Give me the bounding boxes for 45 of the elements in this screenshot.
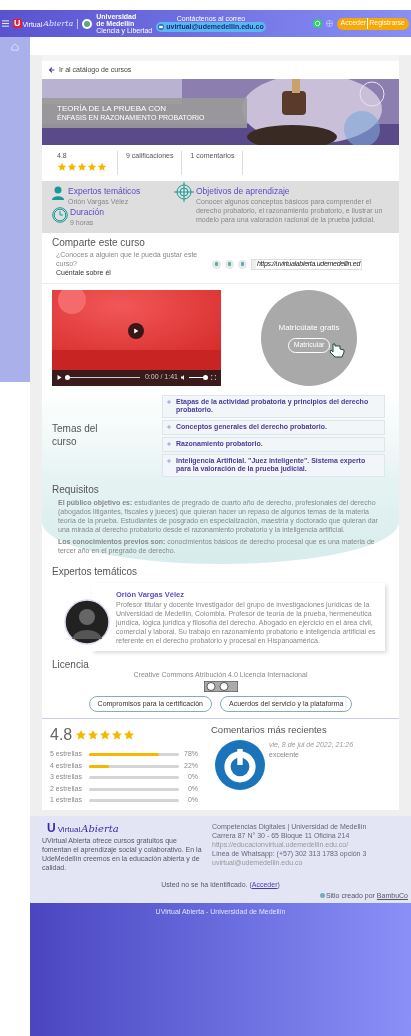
section-title: Licencia <box>52 660 90 671</box>
expert-avatar <box>64 598 110 645</box>
star-icon <box>111 729 124 742</box>
info-title: Expertos temáticos <box>68 186 141 197</box>
uvirtual-logo[interactable]: U VirtualAbierta <box>46 821 202 834</box>
star-icon <box>97 161 107 172</box>
play-icon <box>133 327 139 334</box>
globe-icon[interactable] <box>325 20 333 27</box>
star-icon <box>75 729 88 742</box>
hand-pointer-icon <box>329 341 345 358</box>
plus-icon <box>167 441 171 446</box>
target-icon <box>174 182 194 202</box>
section-title: Expertos temáticos <box>52 566 139 577</box>
section-title: Temas del curso <box>52 423 99 449</box>
section-title: Comparte este curso <box>52 238 146 249</box>
enroll-title: Matricúlate gratis <box>278 322 340 335</box>
person-icon <box>52 186 64 200</box>
crest-icon <box>82 18 93 29</box>
clock-icon <box>52 207 68 224</box>
home-icon[interactable] <box>11 43 19 51</box>
star-icon <box>87 161 97 172</box>
volume-icon[interactable] <box>181 375 186 380</box>
fullscreen-icon[interactable] <box>211 375 216 380</box>
star-icon <box>99 729 112 742</box>
info-title: Objetivos de aprendizaje <box>196 186 291 197</box>
back-arrow-icon <box>49 67 55 73</box>
play-icon[interactable] <box>57 375 62 380</box>
star-icon <box>123 729 136 742</box>
course-title: TEORÍA DE LA PRUEBA CON <box>57 103 167 113</box>
average-rating: 4.8 <box>50 725 73 746</box>
section-title: Requisitos <box>52 485 100 495</box>
whatsapp-icon[interactable] <box>312 19 322 28</box>
cc-license-icon <box>203 680 238 692</box>
menu-icon[interactable] <box>2 20 9 27</box>
section-title: Comentarios más recientes <box>211 723 328 738</box>
avatar-icon <box>215 739 265 790</box>
mail-icon <box>158 24 165 30</box>
star-icon <box>57 161 67 172</box>
star-icon <box>87 729 100 742</box>
info-title: Duración <box>70 207 105 218</box>
star-icon <box>67 161 77 172</box>
plus-icon <box>167 399 171 404</box>
plus-icon <box>167 425 171 429</box>
plus-icon <box>167 458 171 463</box>
star-icon <box>77 161 87 172</box>
